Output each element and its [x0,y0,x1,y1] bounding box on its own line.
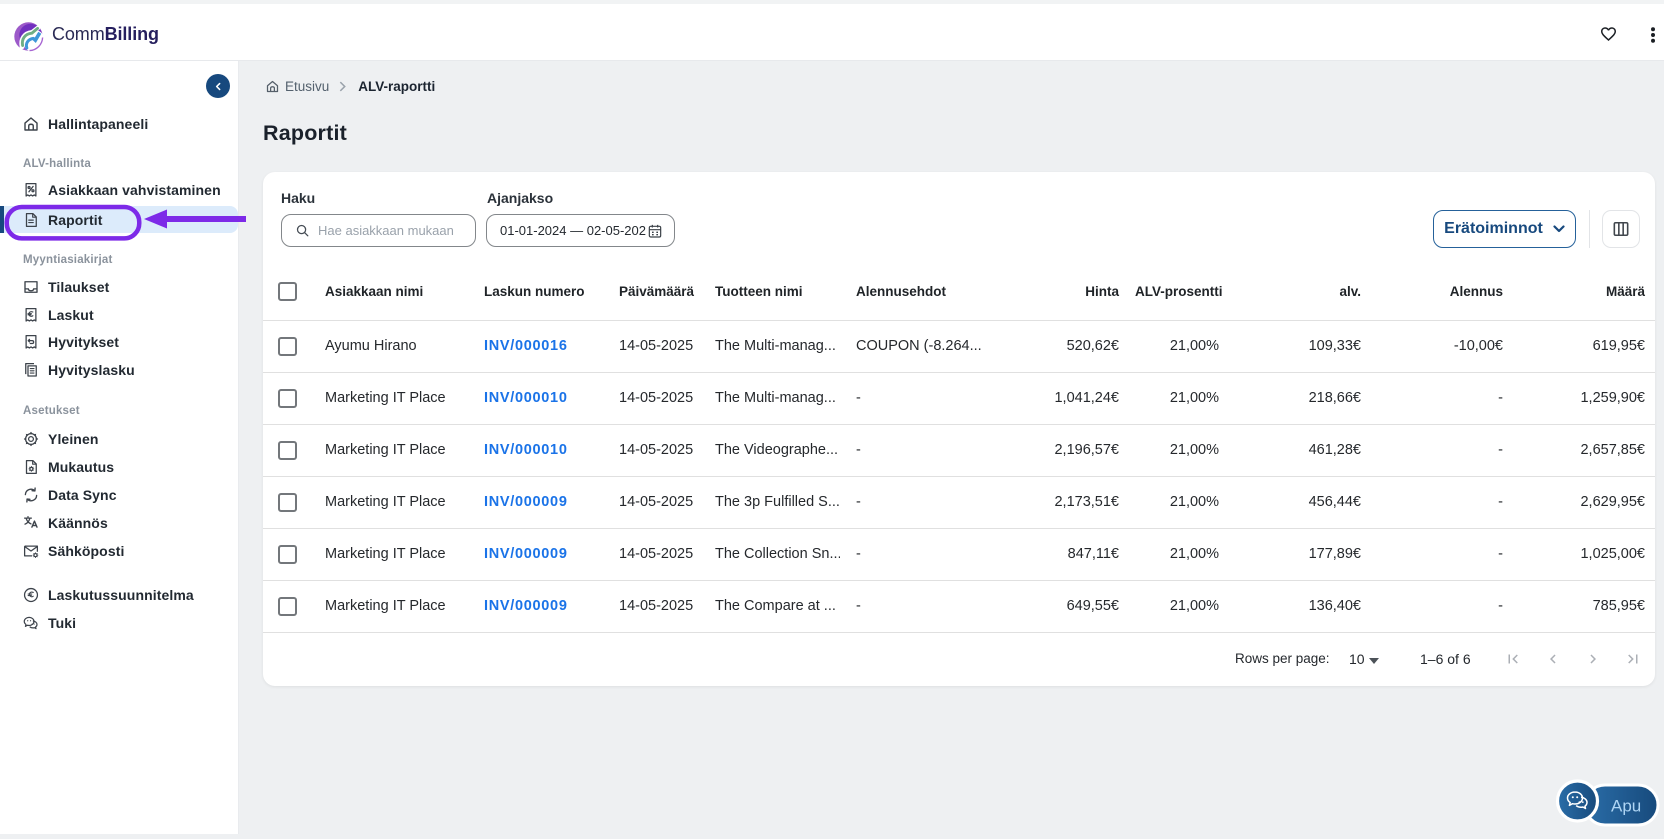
svg-text:Apu: Apu [1611,797,1641,816]
